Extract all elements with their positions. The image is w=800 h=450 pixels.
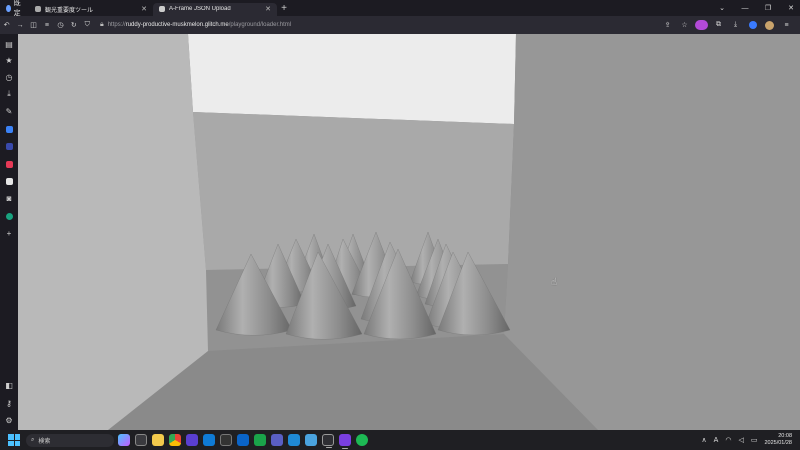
extension-purple-icon[interactable]	[694, 16, 709, 34]
tab-favicon-icon	[159, 6, 165, 12]
add-icon[interactable]: +	[0, 227, 18, 239]
notes-icon[interactable]	[0, 175, 18, 187]
music-icon[interactable]	[0, 158, 18, 170]
chatgpt-icon[interactable]	[0, 210, 18, 222]
tab-tourism-tool[interactable]: 観光重要度ツール ✕	[29, 3, 153, 16]
clock-date: 2025/01/28	[764, 440, 792, 446]
url-host: ruddy-productive-muskmelon.glitch.me	[125, 22, 229, 28]
taskbar-search-box[interactable]: ⌕ 検索	[26, 433, 114, 447]
scene-sky	[188, 34, 516, 124]
spotify-icon[interactable]	[356, 434, 368, 446]
url-prefix: https://	[107, 22, 126, 28]
lock-icon[interactable]: 🔒︎	[100, 21, 104, 29]
scene-right-wall	[504, 34, 800, 430]
reload-icon[interactable]: ↻	[67, 16, 80, 34]
account-icon[interactable]	[745, 16, 760, 34]
volume-icon[interactable]: ◁	[738, 436, 743, 444]
mail-icon[interactable]	[203, 434, 215, 446]
search-icon: ⌕	[31, 436, 35, 443]
battery-icon[interactable]: ▭	[751, 436, 758, 444]
task-view-icon[interactable]	[135, 434, 147, 446]
teams-icon[interactable]	[271, 434, 283, 446]
url-path: /playground/loader.html	[228, 22, 292, 28]
workspace-icon	[6, 4, 11, 12]
zen-browser-icon[interactable]	[339, 434, 351, 449]
hand-cursor-icon: ☝	[551, 277, 558, 288]
profile-avatar-icon[interactable]	[762, 16, 777, 34]
translate-icon[interactable]	[0, 123, 18, 135]
window-controls: ⌄ — ❐ ✕	[717, 0, 796, 16]
tab-close-icon[interactable]: ✕	[141, 5, 147, 13]
menu-icon[interactable]: ≡	[779, 16, 794, 34]
chrome-icon[interactable]	[169, 434, 181, 446]
ime-indicator[interactable]: A	[714, 437, 719, 444]
tab-aframe-json-upload[interactable]: A-Frame JSON Upload ✕	[153, 2, 277, 16]
tab-title: 観光重要度ツール	[45, 7, 94, 14]
windows-start-button[interactable]	[8, 434, 20, 446]
history-icon[interactable]: ◷	[0, 71, 18, 83]
download-icon[interactable]: ⤓	[728, 16, 743, 34]
vscode-icon[interactable]	[288, 434, 300, 446]
taskbar-apps	[118, 434, 368, 449]
app-icon[interactable]	[254, 434, 266, 446]
settings-icon[interactable]: ⚙	[0, 414, 18, 426]
tab-list-icon[interactable]: ≡	[40, 16, 53, 34]
restore-button[interactable]: ❐	[763, 4, 773, 12]
url-text[interactable]: https://ruddy-productive-muskmelon.glitc…	[108, 22, 291, 28]
browser-icon[interactable]	[322, 434, 334, 448]
tab-title: A-Frame JSON Upload	[169, 6, 231, 12]
clock[interactable]: 20:08 2025/01/28	[764, 433, 792, 447]
outlook-icon[interactable]	[237, 434, 249, 446]
forward-icon[interactable]: →	[13, 16, 26, 34]
browser-sidebar: ▤ ★ ◷ ⤓ ✎ ◙ + ◧ ⚷ ⚙	[0, 34, 18, 430]
tray-chevron-icon[interactable]: ∧	[702, 436, 707, 444]
arc-icon[interactable]	[186, 434, 198, 446]
tab-close-icon[interactable]: ✕	[265, 5, 271, 13]
app-icon[interactable]	[0, 140, 18, 152]
history-icon[interactable]: ◷	[54, 16, 67, 34]
clip-icon[interactable]: ◙	[0, 192, 18, 204]
wifi-icon[interactable]: ◠	[725, 436, 731, 444]
workspace-switcher[interactable]: 既定	[0, 0, 29, 17]
address-bar[interactable]: 🔒︎ https://ruddy-productive-muskmelon.gl…	[100, 18, 660, 32]
search-label: 検索	[38, 438, 51, 445]
browser-toolbar: ↶ → ◫ ≡ ◷ ↻ ⛉ 🔒︎ https://ruddy-productiv…	[0, 16, 800, 34]
copilot-icon[interactable]	[118, 434, 130, 446]
sidebar-toggle-icon[interactable]: ◫	[27, 16, 40, 34]
star-icon[interactable]: ★	[0, 54, 18, 66]
bookmark-star-icon[interactable]: ☆	[677, 16, 692, 34]
notepad-icon[interactable]	[305, 434, 317, 446]
share-icon[interactable]: ⇪	[660, 16, 675, 34]
inbox-icon[interactable]: ▤	[0, 38, 18, 50]
tab-overflow-button[interactable]: ⌄	[717, 4, 727, 12]
shield-icon[interactable]: ⛉	[81, 16, 94, 34]
scene-render	[18, 34, 800, 430]
folder-icon[interactable]	[152, 434, 164, 446]
system-tray: ∧ A ◠ ◁ ▭ 20:08 2025/01/28	[702, 433, 800, 447]
panel-icon[interactable]: ◧	[0, 379, 18, 391]
extensions-icon[interactable]: ⧉	[711, 16, 726, 34]
scene-left-wall	[18, 34, 208, 430]
pen-icon[interactable]: ✎	[0, 105, 18, 117]
download-icon[interactable]: ⤓	[0, 88, 18, 100]
browser-tab-bar: 既定 観光重要度ツール ✕ A-Frame JSON Upload ✕ + ⌄ …	[0, 0, 800, 17]
terminal-icon[interactable]	[220, 434, 232, 446]
windows-taskbar: ⌕ 検索 ∧ A ◠ ◁ ▭ 20:08 2025/01/28	[0, 430, 800, 450]
aframe-scene-canvas[interactable]: ☝	[18, 34, 800, 430]
tab-favicon-icon	[35, 6, 41, 12]
close-window-button[interactable]: ✕	[786, 4, 796, 12]
minimize-button[interactable]: —	[740, 5, 750, 12]
toolbar-right: ⇪ ☆ ⧉ ⤓ ≡	[660, 16, 800, 34]
clock-time: 20:08	[778, 433, 792, 439]
back-icon[interactable]: ↶	[0, 16, 13, 34]
new-tab-button[interactable]: +	[277, 3, 291, 14]
key-icon[interactable]: ⚷	[0, 397, 18, 409]
